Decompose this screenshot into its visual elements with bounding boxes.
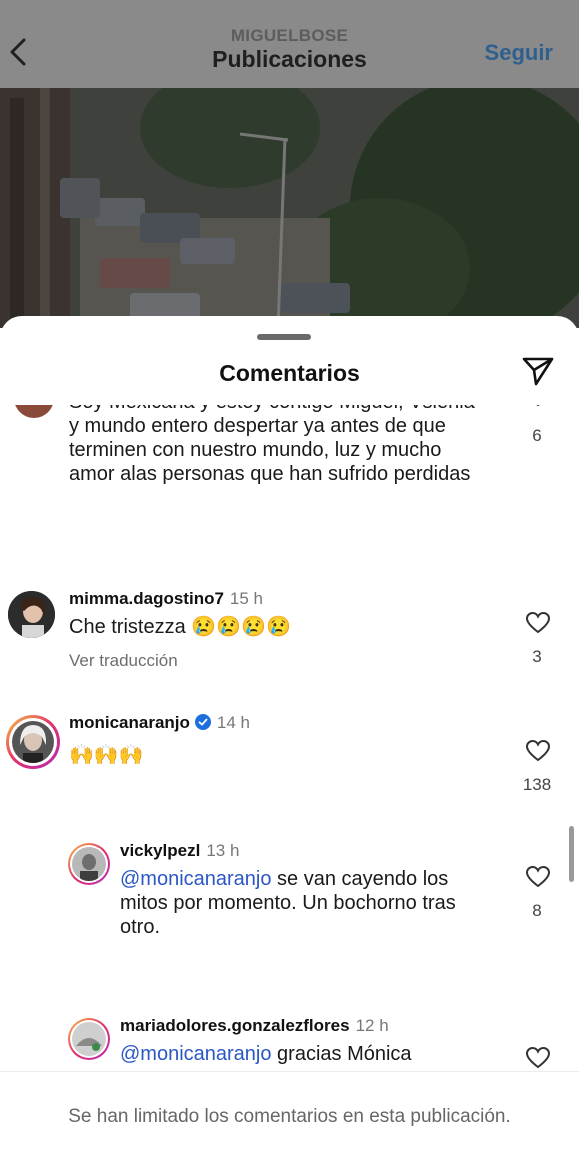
comments-list[interactable]: Soy Mexicana y estoy contigo Miguel, Vsl… — [0, 405, 579, 1070]
share-send-icon[interactable] — [521, 354, 555, 388]
reply-item: vickylpezl 13 h @monicanaranjo se van cay… — [0, 841, 579, 953]
scrollbar[interactable] — [569, 826, 574, 882]
story-ring-avatar[interactable] — [6, 715, 60, 769]
verified-badge-icon — [194, 714, 211, 730]
comment-text: Che tristezza 😢😢😢😢 — [69, 616, 291, 638]
comment-item: Soy Mexicana y estoy contigo Miguel, Vsl… — [0, 405, 579, 530]
follow-button[interactable]: Seguir — [485, 40, 553, 66]
heart-like-icon[interactable] — [525, 865, 551, 889]
user-photo — [12, 721, 54, 763]
comment-username[interactable]: vickylpezl — [120, 841, 200, 860]
comment-text: 🙌🙌🙌 — [69, 744, 144, 766]
heart-like-icon[interactable] — [525, 405, 551, 408]
like-count: 138 — [522, 775, 552, 794]
post-image — [0, 88, 579, 328]
like-count: 6 — [532, 426, 542, 445]
user-photo — [8, 591, 55, 638]
comment-time: 15 h — [229, 589, 264, 608]
comment-time: 13 h — [206, 841, 240, 860]
comments-sheet: Comentarios Soy Mexicana y estoy contigo… — [0, 316, 579, 1159]
comment-text: @monicanaranjo se van cayendo los mitos … — [120, 867, 500, 939]
comment-item: monicanaranjo 14 h 🙌🙌🙌 138 — [0, 713, 579, 805]
comments-limited-footer: Se han limitado los comentarios en esta … — [0, 1071, 579, 1160]
user-photo — [72, 847, 106, 881]
avatar[interactable] — [14, 405, 54, 418]
comment-username[interactable]: monicanaranjo — [69, 713, 190, 732]
story-ring-avatar[interactable] — [68, 843, 110, 885]
sheet-drag-handle[interactable] — [257, 334, 311, 340]
comment-text: Soy Mexicana y estoy contigo Miguel, Vsl… — [69, 405, 475, 485]
comment-item: mimma.dagostino7 15 h Che tristezza 😢😢😢😢 … — [0, 589, 579, 681]
comment-time: 12 h — [355, 1016, 389, 1035]
reply-body: gracias Mónica — [271, 1043, 412, 1065]
top-navigation-bar: MIGUELBOSE Publicaciones Seguir — [0, 0, 579, 88]
user-photo — [72, 1022, 106, 1056]
comment-time: 14 h — [216, 713, 251, 732]
like-count: 3 — [532, 647, 542, 666]
avatar[interactable] — [8, 591, 55, 638]
story-ring-avatar[interactable] — [68, 1018, 110, 1060]
mention-link[interactable]: @monicanaranjo — [120, 868, 272, 890]
comment-username[interactable]: mariadolores.gonzalezflores — [120, 1016, 350, 1035]
see-translation-link[interactable]: Ver traducción — [69, 651, 178, 671]
reply-item: mariadolores.gonzalezflores 12 h @monican… — [0, 1016, 579, 1070]
comments-limited-notice: Se han limitado los comentarios en esta … — [68, 1106, 511, 1127]
sheet-title: Comentarios — [219, 360, 360, 386]
heart-like-icon[interactable] — [525, 1046, 551, 1070]
comment-text: @monicanaranjo gracias Mónica — [120, 1042, 500, 1066]
comment-username[interactable]: mimma.dagostino7 — [69, 589, 224, 608]
flooded-street-photo — [0, 88, 579, 328]
heart-like-icon[interactable] — [525, 611, 551, 635]
heart-like-icon[interactable] — [525, 739, 551, 763]
like-count: 8 — [532, 901, 542, 920]
mention-link[interactable]: @monicanaranjo — [120, 1043, 272, 1065]
